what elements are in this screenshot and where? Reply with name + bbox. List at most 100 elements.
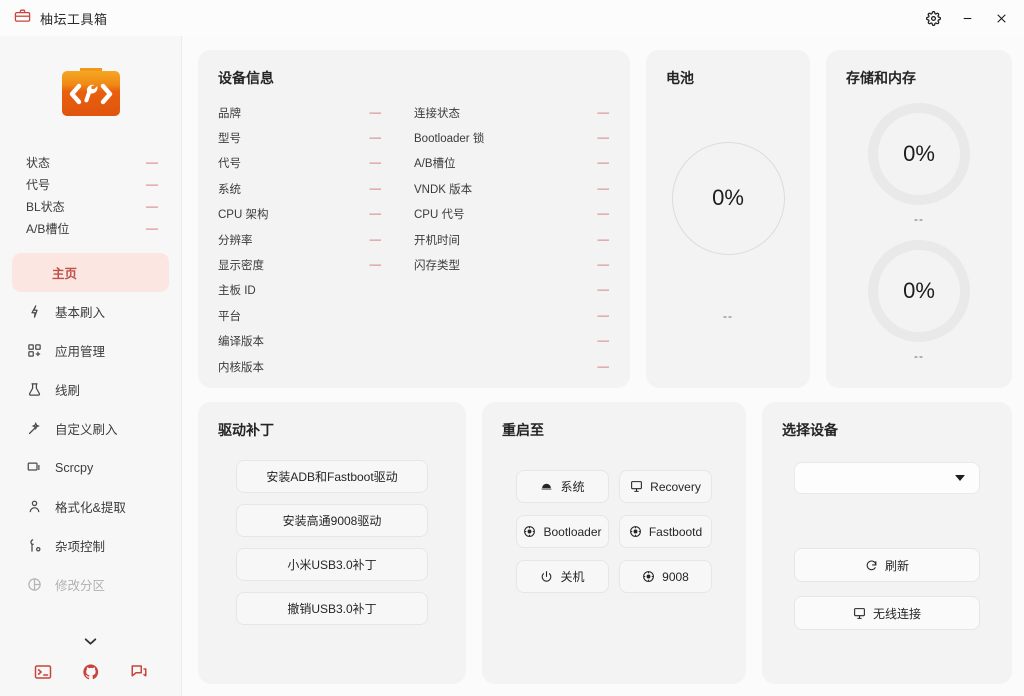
device-info-left-column: 品牌 — 型号 — 代号 — 系统 — CPU 架构 — 分辨率 — 显示密度 … [218, 100, 414, 379]
tools-icon [26, 538, 42, 554]
select-device-buttons: 刷新 无线连接 [782, 548, 992, 630]
title-bar: 柚坛工具箱 [0, 0, 1024, 36]
install-adb-fastboot-driver-button[interactable]: 安装ADB和Fastboot驱动 [236, 460, 428, 493]
storage-ring-gauge: 0% [868, 103, 970, 205]
github-icon[interactable] [82, 663, 100, 681]
info-label: 平台 [218, 310, 241, 323]
target-icon [629, 525, 642, 538]
chevron-down-icon[interactable] [0, 637, 181, 646]
reboot-bootloader-button[interactable]: Bootloader [516, 515, 609, 548]
reboot-9008-button[interactable]: 9008 [619, 560, 712, 593]
sidebar-item-label: 应用管理 [55, 345, 106, 359]
info-row: — [414, 303, 610, 328]
info-row: CPU 架构 — [218, 202, 414, 227]
status-value: — [146, 221, 159, 235]
info-value: — [369, 208, 382, 221]
button-label: Bootloader [543, 524, 602, 539]
device-select-dropdown[interactable] [794, 462, 980, 494]
info-row: 闪存类型 — [414, 252, 610, 277]
info-row: 代号 — [218, 151, 414, 176]
status-value: — [146, 199, 159, 213]
reboot-system-button[interactable]: 系统 [516, 470, 609, 503]
reboot-buttons: 系统 Recovery Bootloader Fastbootd 关机 9008 [502, 446, 726, 593]
storage-percent: 0% [903, 141, 935, 166]
status-label: BL状态 [26, 199, 65, 214]
button-label: 关机 [560, 570, 585, 584]
sidebar-item-misc-control[interactable]: 杂项控制 [12, 526, 169, 565]
toolbox-icon [14, 7, 31, 29]
battery-detail: -- [723, 308, 733, 323]
info-row: VNDK 版本 — [414, 176, 610, 201]
sidebar-item-home[interactable]: 主页 [12, 253, 169, 292]
button-label: 安装高通9008驱动 [282, 514, 382, 528]
laptop-icon [26, 460, 42, 476]
button-label: 小米USB3.0补丁 [287, 558, 377, 572]
monitor-icon [853, 607, 866, 620]
info-label: 型号 [218, 133, 241, 146]
info-row: 系统 — [218, 176, 414, 201]
info-row: 内核版本 [218, 354, 414, 379]
gear-icon[interactable] [916, 3, 950, 33]
info-label: 内核版本 [218, 361, 264, 374]
status-row: BL状态 — [26, 195, 159, 217]
info-row: 型号 — [218, 125, 414, 150]
info-label: 连接状态 [414, 107, 460, 120]
memory-percent: 0% [903, 278, 935, 303]
reboot-recovery-button[interactable]: Recovery [619, 470, 712, 503]
info-label: 分辨率 [218, 234, 253, 247]
status-label: 代号 [26, 177, 51, 192]
info-value: — [597, 360, 610, 373]
sidebar-item-custom-flash[interactable]: 自定义刷入 [12, 409, 169, 448]
info-value: — [597, 132, 610, 145]
sidebar-item-app-manage[interactable]: 应用管理 [12, 331, 169, 370]
info-value: — [369, 106, 382, 119]
window-controls [916, 3, 1018, 33]
revoke-usb3-patch-button[interactable]: 撤销USB3.0补丁 [236, 592, 428, 625]
info-label: 开机时间 [414, 234, 460, 247]
sidebar-item-label: 线刷 [55, 384, 81, 398]
battery-percent: 0% [712, 185, 744, 210]
reboot-fastbootd-button[interactable]: Fastbootd [619, 515, 712, 548]
sidebar-item-modify-partition[interactable]: 修改分区 [12, 565, 169, 604]
info-value: — [597, 335, 610, 348]
window-title: 柚坛工具箱 [40, 11, 108, 27]
sidebar-footer [0, 648, 181, 696]
status-value: — [146, 177, 159, 191]
storage-gauge: 0% -- [868, 103, 970, 226]
toolbox-code-logo [56, 58, 126, 127]
close-icon[interactable] [984, 3, 1018, 33]
info-label: CPU 代号 [414, 209, 465, 222]
info-label: 系统 [218, 183, 241, 196]
info-row: — [414, 278, 610, 303]
card-title: 设备信息 [218, 70, 274, 86]
battery-gauge-area: 0% -- [666, 94, 790, 370]
info-label: A/B槽位 [414, 158, 456, 171]
sidebar-item-wire-flash[interactable]: 线刷 [12, 370, 169, 409]
button-label: 9008 [662, 569, 689, 584]
info-label: 闪存类型 [414, 260, 460, 273]
refresh-button[interactable]: 刷新 [794, 548, 980, 582]
info-row: 显示密度 — [218, 252, 414, 277]
shutdown-button[interactable]: 关机 [516, 560, 609, 593]
partition-icon [26, 577, 42, 593]
sidebar-item-scrcpy[interactable]: Scrcpy [12, 448, 169, 487]
magic-wand-icon [26, 421, 42, 437]
sidebar-item-basic-flash[interactable]: 基本刷入 [12, 292, 169, 331]
sidebar-item-format-extract[interactable]: 格式化&提取 [12, 487, 169, 526]
minimize-icon[interactable] [950, 3, 984, 33]
terminal-icon[interactable] [34, 663, 52, 681]
main-content: 设备信息 品牌 — 型号 — 代号 — 系统 — CPU 架构 — 分辨率 — … [182, 36, 1024, 696]
sidebar-item-label: 主页 [51, 267, 77, 281]
info-value: — [597, 182, 610, 195]
forum-icon[interactable] [130, 663, 148, 681]
memory-ring-gauge: 0% [868, 240, 970, 342]
sidebar-item-label: 格式化&提取 [55, 501, 126, 515]
wireless-connect-button[interactable]: 无线连接 [794, 596, 980, 630]
info-row: Bootloader 锁 — [414, 125, 610, 150]
button-label: 撤销USB3.0补丁 [287, 602, 377, 616]
monitor-icon [630, 480, 643, 493]
card-title: 存储和内存 [846, 70, 916, 86]
xiaomi-usb3-patch-button[interactable]: 小米USB3.0补丁 [236, 548, 428, 581]
install-qualcomm-9008-driver-button[interactable]: 安装高通9008驱动 [236, 504, 428, 537]
driver-patch-buttons: 安装ADB和Fastboot驱动 安装高通9008驱动 小米USB3.0补丁 撤… [218, 446, 446, 625]
